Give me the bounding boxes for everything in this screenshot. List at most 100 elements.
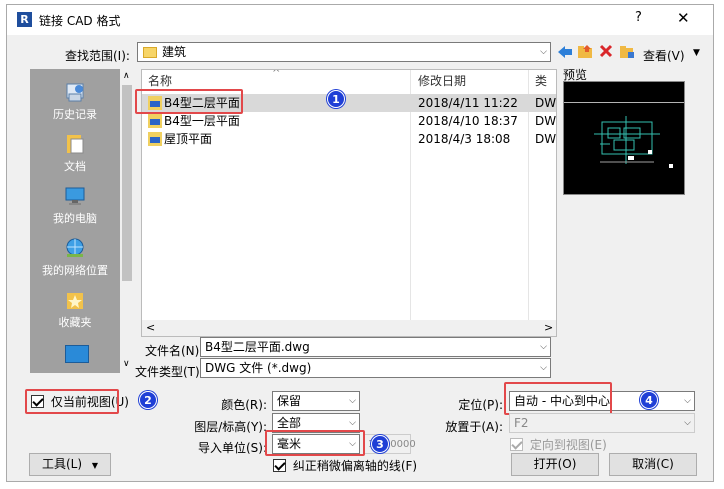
place-documents-label: 文档 <box>64 160 86 173</box>
file-row[interactable]: 屋顶平面 2018/4/3 18:08 DWG <box>142 130 557 148</box>
network-icon <box>64 237 86 259</box>
column-header-date[interactable]: 修改日期 <box>418 70 466 92</box>
positioning-label: 定位(P): <box>458 398 503 412</box>
file-type: DWG <box>535 132 557 146</box>
close-button[interactable]: ✕ <box>677 9 690 27</box>
correct-lines-checkbox[interactable]: 纠正稍微偏离轴的线(F) <box>273 457 417 474</box>
place-at-combo[interactable]: F2 ⌵ <box>509 413 695 433</box>
chevron-down-icon: ⌵ <box>349 396 356 406</box>
annotation-badge-1: 1 <box>327 90 345 108</box>
place-history-label: 历史记录 <box>53 108 97 121</box>
folder-icon <box>143 47 157 58</box>
filename-combo[interactable]: B4型二层平面.dwg ⌵ <box>200 337 551 357</box>
delete-icon[interactable] <box>599 44 613 58</box>
title-bar: R 链接 CAD 格式 ? ✕ <box>7 5 713 35</box>
lookin-label: 查找范围(I): <box>65 49 130 63</box>
up-folder-icon[interactable] <box>577 44 593 59</box>
file-row[interactable]: B4型一层平面 2018/4/10 18:37 DWG <box>142 112 557 130</box>
filename-value: B4型二层平面.dwg <box>205 340 310 354</box>
places-bar: 历史记录 文档 我的电脑 我的网络位置 收藏夹 ∧ ∨ <box>30 69 134 373</box>
place-favorites[interactable]: 收藏夹 <box>30 289 120 330</box>
scroll-right-icon[interactable]: > <box>544 321 553 334</box>
layers-label: 图层/标高(Y): <box>194 420 267 434</box>
file-name: 屋顶平面 <box>164 132 213 146</box>
place-network-label: 我的网络位置 <box>42 264 108 277</box>
history-icon <box>64 81 86 103</box>
annotation-box-3 <box>265 430 365 456</box>
color-combo[interactable]: 保留 ⌵ <box>272 391 360 411</box>
places-scroll-thumb[interactable] <box>122 85 132 281</box>
sort-arrow-icon: ^ <box>272 69 281 79</box>
place-network[interactable]: 我的网络位置 <box>30 237 120 278</box>
units-label: 导入单位(S): <box>197 441 267 455</box>
dwg-file-icon <box>148 114 162 128</box>
annotation-box-1 <box>135 89 243 114</box>
chevron-down-icon: ⌵ <box>540 363 547 373</box>
column-header-type[interactable]: 类型 <box>535 70 556 110</box>
view-menu[interactable]: 查看(V) <box>643 47 685 64</box>
cad-preview-image <box>564 102 684 168</box>
place-favorites-label: 收藏夹 <box>58 316 92 329</box>
preview-pane <box>563 81 685 195</box>
back-arrow-icon[interactable] <box>557 45 573 59</box>
chevron-down-icon: ⌵ <box>540 47 547 57</box>
checkbox-box[interactable] <box>510 438 523 451</box>
scroll-down-icon[interactable]: ∨ <box>123 359 130 369</box>
computer-icon <box>64 185 86 207</box>
revit-app-icon: R <box>17 12 32 27</box>
window-title: 链接 CAD 格式 <box>39 14 121 28</box>
filetype-combo[interactable]: DWG 文件 (*.dwg) ⌵ <box>200 358 551 378</box>
file-date: 2018/4/10 18:37 <box>418 114 518 128</box>
filetype-label: 文件类型(T): <box>135 365 204 379</box>
file-date: 2018/4/11 11:22 <box>418 96 518 110</box>
scroll-up-icon[interactable]: ∧ <box>123 71 130 81</box>
dwg-file-icon <box>148 132 162 146</box>
cancel-button[interactable]: 取消(C) <box>609 453 697 476</box>
file-type: DWG <box>535 114 557 128</box>
orient-to-view-checkbox[interactable]: 定向到视图(E) <box>510 436 607 453</box>
chevron-down-icon: ▼ <box>91 461 99 470</box>
file-list-hscrollbar[interactable]: < > <box>142 320 556 336</box>
view-dropdown-icon[interactable]: ▼ <box>693 48 700 58</box>
annotation-box-2 <box>25 389 119 414</box>
tools-button-label: 工具(L) <box>41 457 83 471</box>
correct-lines-label: 纠正稍微偏离轴的线(F) <box>292 459 418 473</box>
link-cad-dialog: R 链接 CAD 格式 ? ✕ 查找范围(I): 建筑 ⌵ 查看(V) ▼ 历史… <box>6 4 714 482</box>
annotation-badge-4: 4 <box>640 391 658 409</box>
file-name: B4型一层平面 <box>164 114 240 128</box>
scroll-left-icon[interactable]: < <box>146 321 155 334</box>
lookin-value: 建筑 <box>162 45 187 59</box>
annotation-badge-2: 2 <box>139 391 157 409</box>
place-at-label: 放置于(A): <box>445 420 503 434</box>
orient-to-view-label: 定向到视图(E) <box>529 438 607 452</box>
cancel-button-label: 取消(C) <box>632 457 674 471</box>
tools-button[interactable]: 工具(L) ▼ <box>29 453 111 476</box>
chevron-down-icon: ⌵ <box>540 342 547 352</box>
documents-icon <box>64 133 86 155</box>
annotation-badge-3: 3 <box>371 435 389 453</box>
checkbox-box[interactable] <box>273 459 286 472</box>
chevron-down-icon: ⌵ <box>684 418 691 428</box>
place-history[interactable]: 历史记录 <box>30 81 120 122</box>
favorites-icon <box>64 289 86 311</box>
file-date: 2018/4/3 18:08 <box>418 132 511 146</box>
layers-value: 全部 <box>277 416 302 430</box>
desktop-icon[interactable] <box>65 345 89 363</box>
place-computer-label: 我的电脑 <box>53 212 97 225</box>
lookin-combo[interactable]: 建筑 ⌵ <box>137 42 551 62</box>
open-button[interactable]: 打开(O) <box>511 453 599 476</box>
chevron-down-icon: ⌵ <box>684 396 691 406</box>
place-documents[interactable]: 文档 <box>30 133 120 174</box>
filetype-value: DWG 文件 (*.dwg) <box>205 361 312 375</box>
help-button[interactable]: ? <box>635 10 642 25</box>
new-folder-icon[interactable] <box>619 44 635 59</box>
open-button-label: 打开(O) <box>533 457 577 471</box>
color-value: 保留 <box>277 394 302 408</box>
place-computer[interactable]: 我的电脑 <box>30 185 120 226</box>
file-type: DWG <box>535 96 557 110</box>
place-at-value: F2 <box>514 416 529 430</box>
annotation-box-4 <box>504 382 612 415</box>
filename-label: 文件名(N): <box>145 344 204 358</box>
places-scrollbar[interactable]: ∧ ∨ <box>120 69 134 373</box>
color-label: 颜色(R): <box>221 398 267 412</box>
